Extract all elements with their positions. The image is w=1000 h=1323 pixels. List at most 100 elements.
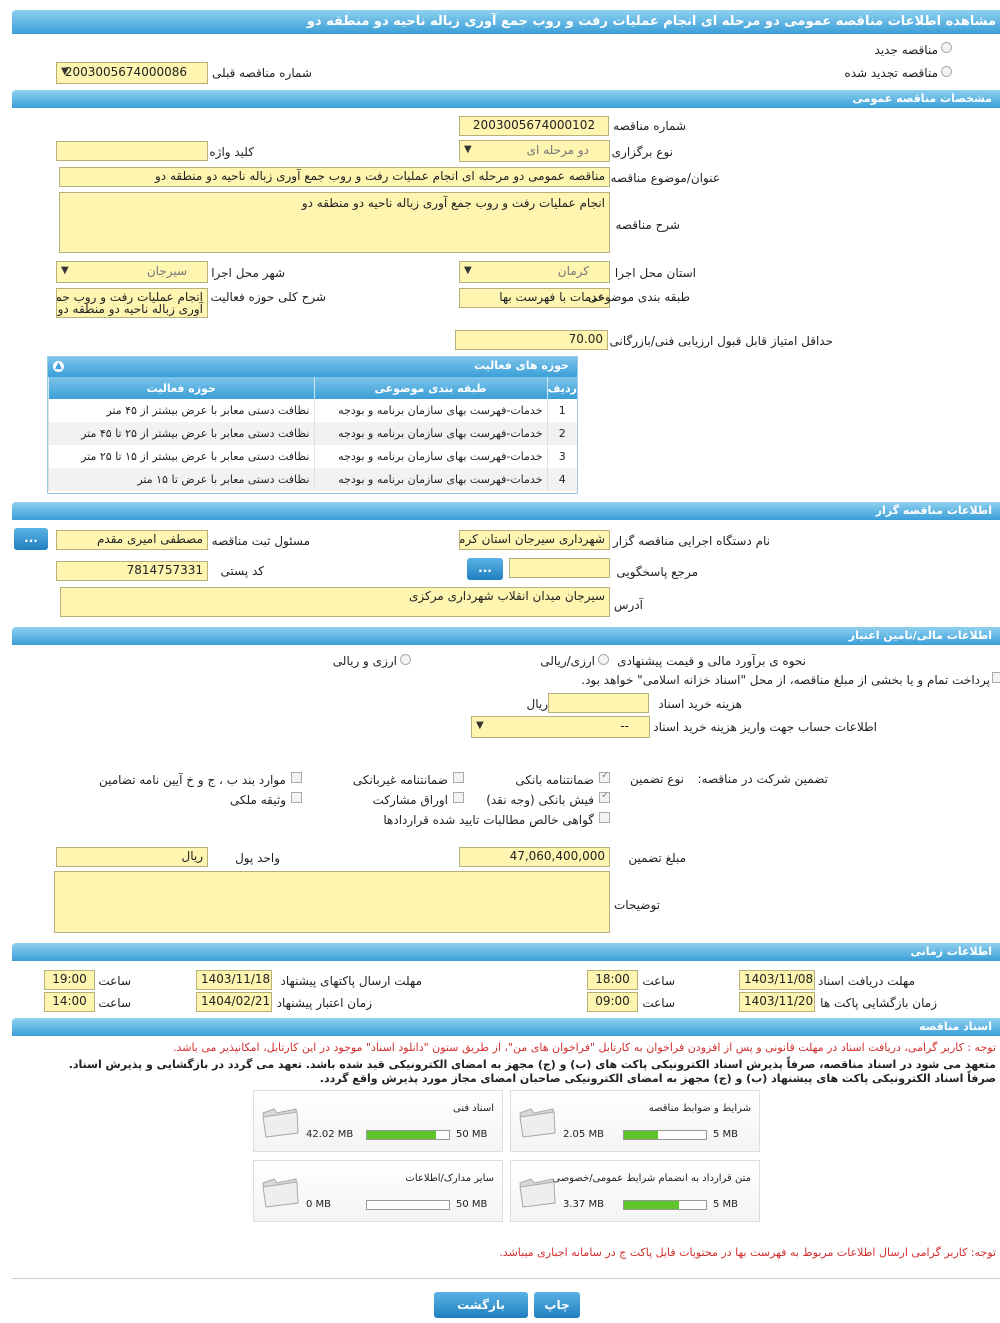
address-label: آدرس xyxy=(613,598,643,612)
cell-row: 4 xyxy=(546,468,577,491)
file-used-size: 0 MB xyxy=(306,1199,332,1210)
open-time-field[interactable]: 09:00 xyxy=(587,992,638,1012)
responsible-lookup-button[interactable]: ... xyxy=(14,528,48,550)
file-box[interactable]: متن قرارداد به انضمام شرایط عمومی/خصوصی … xyxy=(510,1160,760,1222)
validity-time-field[interactable]: 14:00 xyxy=(44,992,95,1012)
property-guarantee-checkbox[interactable] xyxy=(291,792,302,803)
prev-number-value: 2003005674000086 xyxy=(64,65,187,79)
file-progress-bar xyxy=(623,1200,707,1210)
treasury-checkbox[interactable] xyxy=(992,672,1000,683)
documents-section-header: اسناد مناقصه xyxy=(12,1018,1000,1036)
doc-cost-label: هزینه خرید اسناد xyxy=(658,697,742,711)
back-button[interactable]: بازگشت xyxy=(434,1292,528,1318)
col-header-category: طبقه بندی موضوعی xyxy=(313,377,547,399)
address-field[interactable]: سیرجان میدان انقلاب شهرداری مرکزی xyxy=(60,587,610,617)
estimate-label: نحوه ی برآورد مالی و قیمت پیشنهادی xyxy=(617,654,806,668)
table-row[interactable]: 2 خدمات-فهرست بهای سازمان برنامه و بودجه… xyxy=(48,422,577,445)
send-date-field[interactable]: 1403/11/18 xyxy=(196,970,272,990)
table-row[interactable]: 3 خدمات-فهرست بهای سازمان برنامه و بودجه… xyxy=(48,445,577,468)
folder-icon xyxy=(262,1178,299,1208)
scope-field[interactable]: انجام عملیات رفت و روب جمع آوری زباله نا… xyxy=(56,288,208,318)
bank-guarantee-checkbox[interactable] xyxy=(599,770,610,783)
reference-lookup-button[interactable]: ... xyxy=(467,558,503,580)
province-value: کرمان xyxy=(557,264,589,278)
holding-type-label: نوع برگزاری xyxy=(611,145,673,159)
holding-type-select[interactable]: دو مرحله ای ▼ xyxy=(459,140,610,162)
file-progress-bar xyxy=(366,1130,450,1140)
renewed-tender-radio[interactable] xyxy=(941,66,952,77)
table-row[interactable]: 4 خدمات-فهرست بهای سازمان برنامه و بودجه… xyxy=(48,468,577,491)
file-box[interactable]: شرایط و ضوابط مناقصه 2.05 MB 5 MB xyxy=(510,1090,760,1152)
cell-category: خدمات-فهرست بهای سازمان برنامه و بودجه xyxy=(313,468,547,491)
organization-field[interactable]: شهرداری سیرجان استان کرمان xyxy=(459,530,610,550)
province-select[interactable]: کرمان ▼ xyxy=(459,261,610,283)
bank-guarantee-label: ضمانتنامه بانکی xyxy=(515,773,594,787)
account-select[interactable]: -- ▼ xyxy=(471,716,650,738)
property-guarantee-label: وثیقه ملکی xyxy=(229,793,286,807)
bonds-guarantee-checkbox[interactable] xyxy=(453,792,464,803)
chevron-down-icon: ▼ xyxy=(476,720,484,731)
nonbank-guarantee-checkbox[interactable] xyxy=(453,772,464,783)
rial-option-label: ارزی/ریالی xyxy=(540,654,595,668)
validity-label: زمان اعتبار پیشنهاد xyxy=(276,996,372,1010)
doc-cost-field[interactable] xyxy=(548,693,649,713)
city-value: سیرجان xyxy=(146,264,187,278)
min-score-field[interactable]: 70.00 xyxy=(455,330,608,350)
col-header-row: ردیف xyxy=(546,377,577,399)
province-label: استان محل اجرا xyxy=(614,266,696,280)
file-max-size: 50 MB xyxy=(456,1129,488,1140)
cash-guarantee-checkbox[interactable] xyxy=(599,790,610,803)
other-guarantee-checkbox[interactable] xyxy=(291,772,302,783)
treasury-text: پرداخت تمام و یا بخشی از مبلغ مناقصه، از… xyxy=(581,673,990,687)
print-button[interactable]: چاپ xyxy=(534,1292,580,1318)
collapse-icon[interactable]: ▲ xyxy=(53,361,64,372)
file-used-size: 42.02 MB xyxy=(306,1129,354,1140)
file-box[interactable]: سایر مدارک/اطلاعات 0 MB 50 MB xyxy=(253,1160,503,1222)
guarantee-label: تضمین شرکت در مناقصه: xyxy=(697,772,828,786)
tender-number-label: شماره مناقصه xyxy=(613,119,686,133)
cell-row: 3 xyxy=(546,445,577,468)
reference-label: مرجع پاسخگویی xyxy=(616,565,698,579)
receive-time-field[interactable]: 18:00 xyxy=(587,970,638,990)
notes-label: توضیحات xyxy=(613,898,660,912)
receive-date-field[interactable]: 1403/11/08 xyxy=(739,970,815,990)
responsible-label: مسئول ثبت مناقصه xyxy=(211,534,310,548)
postal-code-field[interactable]: 7814757331 xyxy=(56,561,208,581)
cell-scope: نظافت دستی معابر با عرض بیشتر از ۴۵ متر xyxy=(48,399,314,422)
claims-guarantee-checkbox[interactable] xyxy=(599,812,610,823)
organization-label: نام دستگاه اجرایی مناقصه گزار xyxy=(612,534,770,548)
cell-scope: نظافت دستی معابر با عرض بیشتر از ۱۵ تا ۲… xyxy=(48,445,314,468)
new-tender-radio[interactable] xyxy=(941,42,952,53)
description-label: شرح مناقصه xyxy=(615,218,680,232)
guarantee-amount-field[interactable]: 47,060,400,000 xyxy=(459,847,610,867)
fx-rial-radio[interactable] xyxy=(400,654,411,665)
open-label: زمان بازگشایی پاکت ها xyxy=(820,996,937,1010)
send-time-field[interactable]: 19:00 xyxy=(44,970,95,990)
open-date-field[interactable]: 1403/11/20 xyxy=(739,992,815,1012)
tender-number-field[interactable]: 2003005674000102 xyxy=(459,116,609,136)
scope-label: شرح کلی حوزه فعالیت xyxy=(210,290,327,304)
description-field[interactable]: انجام عملیات رفت و روب جمع آوری زباله نا… xyxy=(59,192,610,253)
other-guarantee-label: موارد بند ب ، ج و خ آیین نامه تضامین xyxy=(98,773,286,787)
holding-type-value: دو مرحله ای xyxy=(526,143,589,157)
currency-field[interactable]: ریال xyxy=(56,847,208,867)
activity-panel-header: حوزه های فعالیت ▲ xyxy=(48,357,577,377)
subject-field[interactable]: مناقصه عمومی دو مرحله ای انجام عملیات رف… xyxy=(59,167,610,187)
keyword-field[interactable] xyxy=(56,141,208,161)
cell-scope: نظافت دستی معابر با عرض بیشتر از ۲۵ تا ۴… xyxy=(48,422,314,445)
notes-field[interactable] xyxy=(54,871,610,933)
table-row[interactable]: 1 خدمات-فهرست بهای سازمان برنامه و بودجه… xyxy=(48,399,577,422)
prev-number-select[interactable]: 2003005674000086 ▼ xyxy=(56,62,208,84)
folder-icon xyxy=(519,1108,556,1138)
file-name: اسناد فنی xyxy=(453,1103,494,1114)
reference-field[interactable] xyxy=(509,558,610,578)
rial-radio[interactable] xyxy=(598,654,609,665)
responsible-field[interactable]: مصطفی امیری مقدم xyxy=(56,530,208,550)
documents-note-3: صرفاً اسناد الکترونیکی پاکت های پیشنهاد … xyxy=(319,1072,996,1085)
file-box[interactable]: اسناد فنی 42.02 MB 50 MB xyxy=(253,1090,503,1152)
validity-date-field[interactable]: 1404/02/21 xyxy=(196,992,272,1012)
city-select[interactable]: سیرجان ▼ xyxy=(56,261,208,283)
cell-row: 1 xyxy=(546,399,577,422)
cell-category: خدمات-فهرست بهای سازمان برنامه و بودجه xyxy=(313,445,547,468)
timing-section-header: اطلاعات زمانی xyxy=(12,943,1000,961)
